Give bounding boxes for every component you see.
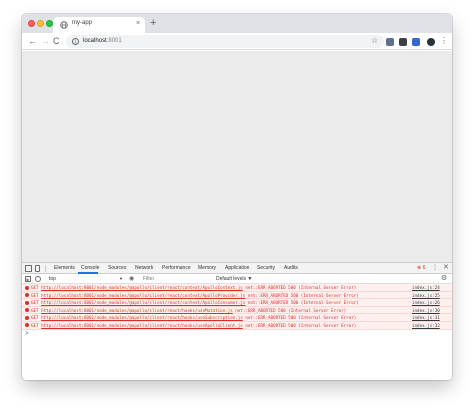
error-text: net::ERR_ABORTED 500 (Internal Server Er… xyxy=(235,307,347,313)
error-text: net::ERR_ABORTED 500 (Internal Server Er… xyxy=(247,292,359,298)
devtools-tab-bar: Elements Console Sources Network Perform… xyxy=(22,263,452,274)
browser-tab[interactable]: my-app × xyxy=(53,17,145,33)
source-link[interactable]: index.js:31 xyxy=(412,314,440,321)
divider xyxy=(45,265,46,272)
error-message: GET http://localhost:8001/node_modules/@… xyxy=(31,292,359,299)
source-link[interactable]: index.js:30 xyxy=(412,307,440,314)
tab-title: my-app xyxy=(72,20,93,26)
console-error-row: GET http://localhost:8001/node_modules/@… xyxy=(22,291,452,300)
tab-close-icon[interactable]: × xyxy=(136,19,140,29)
tab-security[interactable]: Security xyxy=(257,265,275,271)
console-error-row: GET http://localhost:8001/node_modules/@… xyxy=(22,299,452,307)
error-text: net::ERR_ABORTED 500 (Internal Server Er… xyxy=(247,300,359,306)
tab-performance[interactable]: Performance xyxy=(162,265,191,271)
request-url-link[interactable]: http://localhost:8001/node_modules/@apol… xyxy=(41,300,245,305)
error-text: net::ERR_ABORTED 500 (Internal Server Er… xyxy=(245,315,357,321)
devtools-menu-icon[interactable]: ⋮ xyxy=(432,264,438,272)
tab-elements[interactable]: Elements xyxy=(54,265,75,271)
error-icon xyxy=(25,315,29,320)
error-message: GET http://localhost:8001/node_modules/@… xyxy=(31,307,346,314)
request-method: GET xyxy=(31,285,39,290)
inspect-element-icon[interactable] xyxy=(25,265,32,272)
browser-window: my-app × + ← → C i localhost:8001 ☆ ⋮ El… xyxy=(22,14,452,380)
tab-memory[interactable]: Memory xyxy=(198,265,216,271)
browser-toolbar: ← → C i localhost:8001 ☆ ⋮ xyxy=(22,33,452,50)
back-button[interactable]: ← xyxy=(28,36,37,46)
address-bar[interactable]: i localhost:8001 ☆ xyxy=(66,35,384,48)
console-error-row: GET http://localhost:8001/node_modules/@… xyxy=(22,314,452,322)
error-text: net::ERR_ABORTED 500 (Internal Server Er… xyxy=(245,285,357,290)
request-method: GET xyxy=(31,292,39,298)
error-circle-icon: ⊗ xyxy=(417,265,422,271)
error-message: GET http://localhost:8001/node_modules/@… xyxy=(31,314,356,321)
request-method: GET xyxy=(31,315,39,321)
devtools-close-icon[interactable]: ✕ xyxy=(443,264,449,272)
request-method: GET xyxy=(31,300,39,306)
request-url-link[interactable]: http://localhost:8001/node_modules/@apol… xyxy=(41,293,245,298)
request-url-link[interactable]: http://localhost:8001/node_modules/@apol… xyxy=(41,285,243,290)
globe-icon xyxy=(60,21,68,29)
source-link[interactable]: index.js:26 xyxy=(412,299,440,306)
show-sidebar-icon[interactable]: ▶ xyxy=(25,276,31,282)
log-levels-dropdown[interactable]: Default levels ▼ xyxy=(216,275,252,283)
filter-input[interactable] xyxy=(140,275,212,283)
console-messages: GET http://localhost:8001/node_modules/@… xyxy=(22,284,452,338)
request-url-link[interactable]: http://localhost:8001/node_modules/@apol… xyxy=(41,315,243,320)
context-label: top xyxy=(49,276,56,282)
reload-button[interactable]: C xyxy=(53,36,60,46)
page-viewport[interactable] xyxy=(22,51,452,262)
error-message: GET http://localhost:8001/node_modules/@… xyxy=(31,322,356,329)
forward-button[interactable]: → xyxy=(41,36,50,46)
error-count-badge[interactable]: ⊗ 6 xyxy=(417,265,425,271)
window-close-button[interactable] xyxy=(28,20,35,27)
live-expression-eye-icon[interactable]: ◉ xyxy=(129,276,134,282)
extension-translate-icon[interactable] xyxy=(386,38,394,46)
console-filter-bar: ▶ top ▼ ◉ Default levels ▼ ⚙ xyxy=(22,274,452,284)
console-error-row: GET http://localhost:8001/node_modules/@… xyxy=(22,321,452,330)
window-minimize-button[interactable] xyxy=(37,20,44,27)
tab-strip: my-app × + xyxy=(22,14,452,33)
extension-cast-icon[interactable] xyxy=(412,38,420,46)
source-link[interactable]: index.js:24 xyxy=(412,284,440,291)
request-url-link[interactable]: http://localhost:8001/node_modules/@apol… xyxy=(41,308,233,313)
devtools-panel: Elements Console Sources Network Perform… xyxy=(22,262,452,380)
request-method: GET xyxy=(31,307,39,313)
error-text: net::ERR_ABORTED 500 (Internal Server Er… xyxy=(245,322,357,328)
source-link[interactable]: index.js:25 xyxy=(412,292,440,299)
url-text[interactable]: localhost:8001 xyxy=(83,38,122,44)
clear-console-icon[interactable] xyxy=(35,276,41,282)
console-settings-gear-icon[interactable]: ⚙ xyxy=(441,274,447,283)
chevron-down-icon: ▼ xyxy=(119,276,123,281)
error-icon xyxy=(25,293,29,298)
browser-menu-icon[interactable]: ⋮ xyxy=(440,36,448,46)
tab-application[interactable]: Application xyxy=(225,265,249,271)
tab-console[interactable]: Console xyxy=(81,265,99,271)
console-error-row: GET http://localhost:8001/node_modules/@… xyxy=(22,306,452,315)
error-icon xyxy=(25,300,29,305)
error-message: GET http://localhost:8001/node_modules/@… xyxy=(31,284,356,291)
tab-audits[interactable]: Audits xyxy=(284,265,298,271)
source-link[interactable]: index.js:32 xyxy=(412,322,440,329)
new-tab-button[interactable]: + xyxy=(150,16,156,30)
tab-sources[interactable]: Sources xyxy=(108,265,126,271)
error-icon xyxy=(25,308,29,313)
profile-avatar[interactable] xyxy=(427,38,435,46)
device-toolbar-icon[interactable] xyxy=(35,265,40,272)
error-message: GET http://localhost:8001/node_modules/@… xyxy=(31,299,359,306)
window-maximize-button[interactable] xyxy=(46,20,53,27)
context-selector[interactable]: top ▼ xyxy=(47,275,125,283)
tab-network[interactable]: Network xyxy=(135,265,153,271)
request-method: GET xyxy=(31,322,39,328)
extension-icon[interactable] xyxy=(399,38,407,46)
url-port: :8001 xyxy=(106,38,122,44)
request-url-link[interactable]: http://localhost:8001/node_modules/@apol… xyxy=(41,323,243,328)
console-prompt[interactable]: > xyxy=(22,330,452,338)
console-error-row: GET http://localhost:8001/node_modules/@… xyxy=(22,284,452,292)
bookmark-star-icon[interactable]: ☆ xyxy=(371,36,378,46)
error-icon xyxy=(25,323,29,328)
info-icon[interactable]: i xyxy=(72,38,79,45)
error-count: 6 xyxy=(422,265,426,271)
error-icon xyxy=(25,285,29,290)
url-host: localhost xyxy=(83,38,107,44)
